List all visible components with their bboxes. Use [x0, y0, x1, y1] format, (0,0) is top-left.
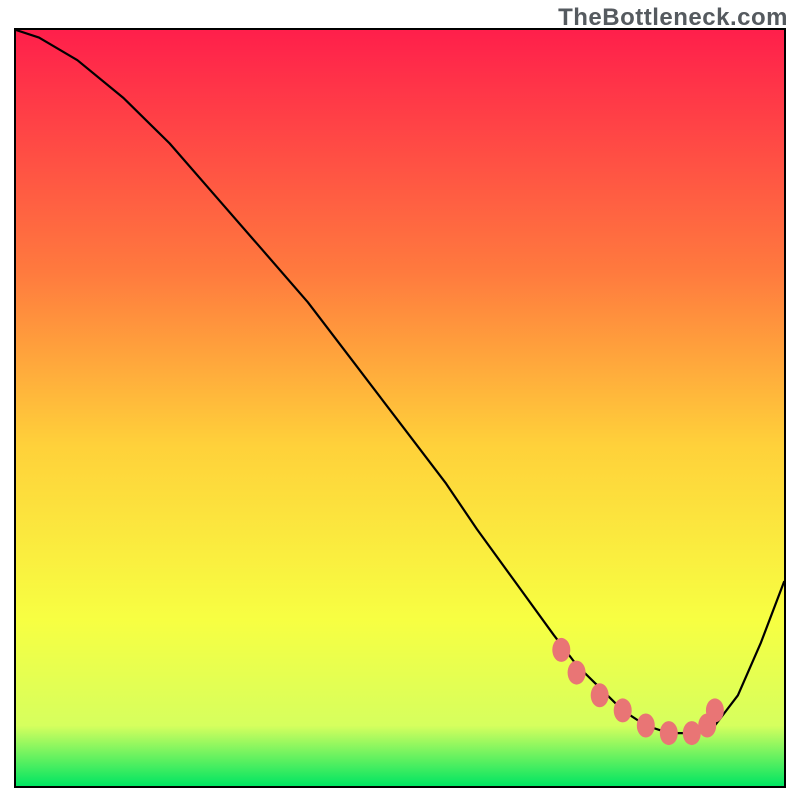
curve-marker	[706, 698, 724, 722]
chart-background-gradient	[16, 30, 784, 786]
curve-marker	[660, 721, 678, 745]
curve-marker	[568, 661, 586, 685]
curve-marker	[591, 683, 609, 707]
curve-marker	[637, 714, 655, 738]
watermark-text: TheBottleneck.com	[558, 4, 788, 32]
bottleneck-chart	[16, 30, 784, 786]
curve-marker	[683, 721, 701, 745]
chart-frame	[14, 28, 786, 788]
curve-marker	[614, 698, 632, 722]
curve-marker	[552, 638, 570, 662]
